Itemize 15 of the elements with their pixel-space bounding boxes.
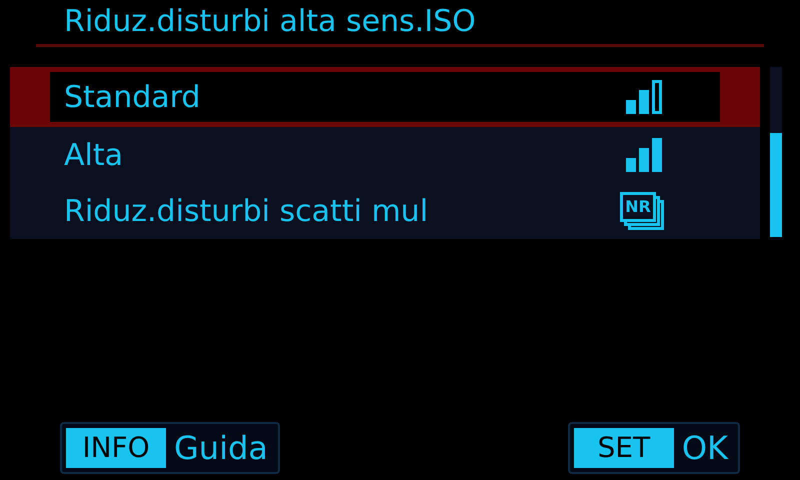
level-bars-icon xyxy=(626,138,664,172)
menu-item[interactable]: Standard xyxy=(10,67,760,127)
level-bars-icon xyxy=(626,80,664,114)
key-action: Guida xyxy=(174,428,268,468)
menu-item[interactable]: Alta xyxy=(10,127,760,183)
item-label: Alta xyxy=(64,136,124,174)
item-label: Standard xyxy=(64,78,200,116)
screen-title: Riduz.disturbi alta sens.ISO xyxy=(64,4,476,39)
item-label: Riduz.disturbi scatti mul xyxy=(64,192,428,230)
key-action: OK xyxy=(682,428,728,468)
key-label: INFO xyxy=(66,428,166,468)
scrollbar-thumb[interactable] xyxy=(770,133,782,237)
menu-item[interactable]: Riduz.disturbi scatti mul NR xyxy=(10,183,760,239)
scrollbar[interactable] xyxy=(770,67,782,237)
key-label: SET xyxy=(574,428,674,468)
